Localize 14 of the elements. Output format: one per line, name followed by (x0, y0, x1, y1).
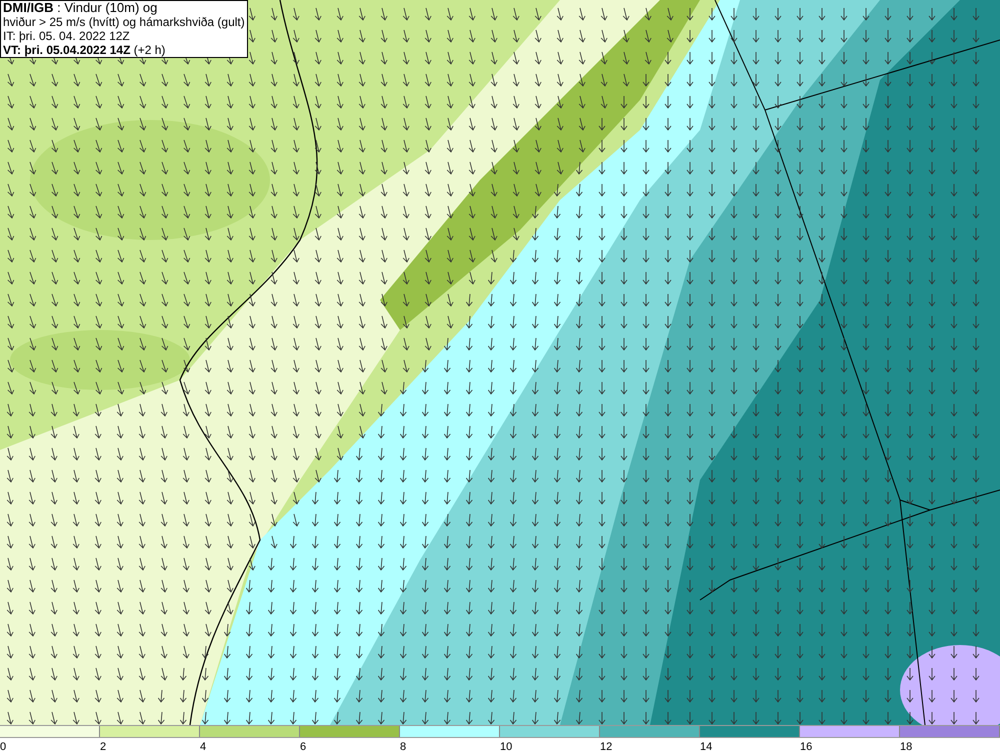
legend-tick-label: 14 (700, 741, 712, 753)
info-text: DMI/IGB : Vindur (10m) og (3, 1, 158, 15)
legend-tick-label: 18 (900, 741, 912, 753)
info-text: hviður > 25 m/s (hvítt) og hámarkshviða (gult) (3, 15, 245, 29)
legend-tick-label: 8 (400, 741, 406, 753)
legend-tick-label: 12 (600, 741, 612, 753)
legend-tick-label: 10 (500, 741, 512, 753)
legend-tick-label: 6 (300, 741, 306, 753)
info-text: VT: þri. 05.04.2022 14Z (+2 h) (3, 43, 166, 57)
legend-tick-label: 0 (0, 741, 6, 753)
legend-tick-label: 4 (200, 741, 206, 753)
legend-tick-label: 2 (100, 741, 106, 753)
legend-tick-label: 16 (800, 741, 812, 753)
info-text: IT: þri. 05. 04. 2022 12Z (3, 29, 131, 43)
